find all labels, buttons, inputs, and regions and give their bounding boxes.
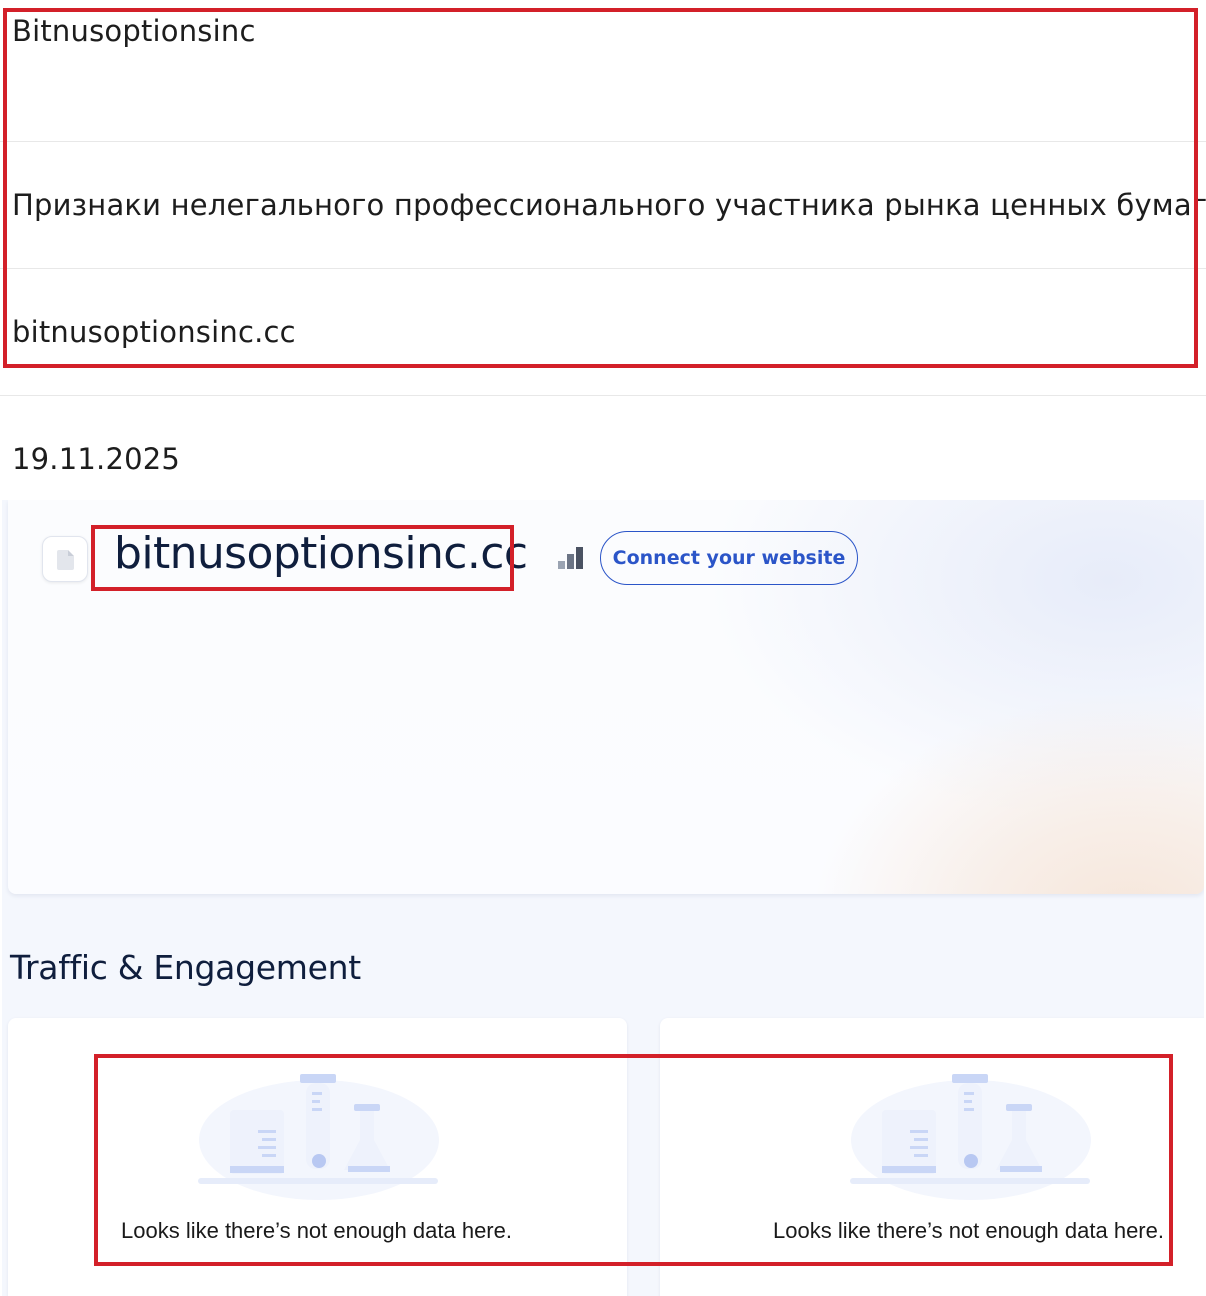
site-domain-title: bitnusoptionsinc.cc (114, 528, 528, 579)
domain-text: bitnusoptionsinc.cc (12, 315, 296, 349)
info-row-date: 19.11.2025 (0, 396, 1206, 500)
page: Bitnusoptionsinc Признаки нелегального п… (0, 0, 1206, 1296)
traffic-card-left: Looks like there’s not enough data here. (8, 1018, 627, 1296)
lab-flask-icon (198, 1074, 439, 1200)
connect-website-button[interactable]: Connect your website (600, 531, 858, 585)
site-header-panel: bitnusoptionsinc.cc Connect your website (8, 500, 1204, 894)
traffic-engagement-heading: Traffic & Engagement (10, 948, 361, 987)
favicon-icon (42, 536, 88, 582)
info-row-violation: Признаки нелегального профессионального … (0, 142, 1206, 269)
lab-flask-icon (850, 1074, 1091, 1200)
company-name: Bitnusoptionsinc (12, 14, 256, 48)
traffic-card-right: Looks like there’s not enough data here. (660, 1018, 1204, 1296)
empty-state-message: Looks like there’s not enough data here. (121, 1218, 512, 1243)
info-row-company: Bitnusoptionsinc (0, 0, 1206, 142)
empty-state-message: Looks like there’s not enough data here. (773, 1218, 1164, 1243)
rank-bars-icon (558, 547, 583, 569)
embedded-screenshot: bitnusoptionsinc.cc Connect your website… (2, 500, 1204, 1296)
info-row-domain: bitnusoptionsinc.cc (0, 269, 1206, 396)
violation-description: Признаки нелегального профессионального … (12, 188, 1206, 222)
date-text: 19.11.2025 (12, 442, 181, 476)
